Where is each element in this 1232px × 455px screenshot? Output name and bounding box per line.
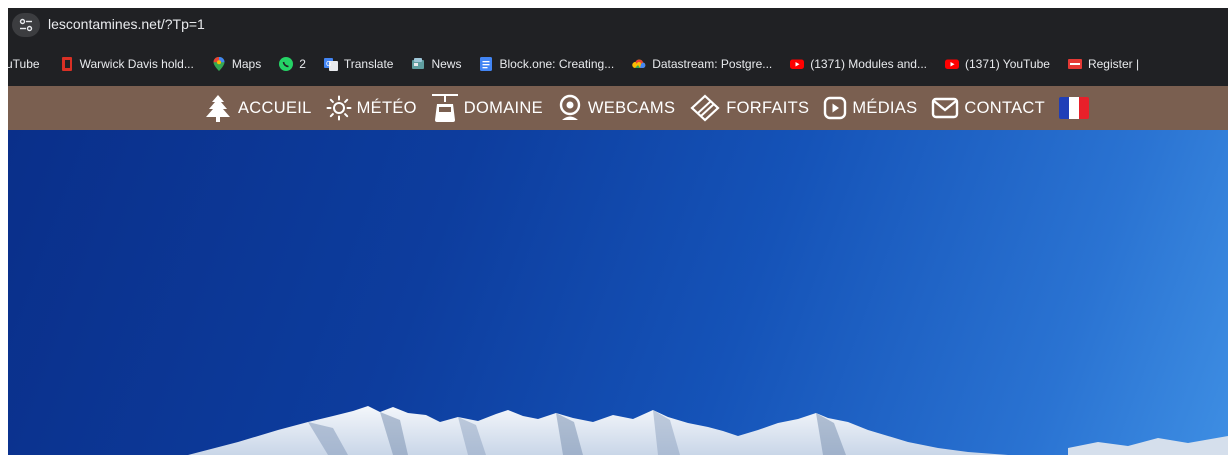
- bookmark-register[interactable]: Register |: [1062, 50, 1145, 78]
- bookmark-label: Block.one: Creating...: [499, 57, 615, 71]
- svg-text:G: G: [326, 61, 331, 68]
- bookmark-datastream[interactable]: Datastream: Postgre...: [626, 50, 778, 78]
- bookmarks-bar: uTube Warwick Davis hold... Maps 2 G Tra…: [8, 42, 1228, 86]
- nav-label: CONTACT: [964, 98, 1046, 117]
- nav-contact[interactable]: CONTACT: [931, 97, 1045, 119]
- bookmark-news[interactable]: News: [405, 50, 467, 78]
- bookmark-label: Register |: [1087, 57, 1140, 71]
- bookmark-label: (1371) YouTube: [965, 57, 1050, 71]
- bookmark-label: News: [431, 57, 462, 71]
- bookmark-youtube-partial[interactable]: uTube: [8, 50, 46, 78]
- bookmark-translate[interactable]: G Translate: [318, 50, 400, 78]
- bookmark-warwick-davis[interactable]: Warwick Davis hold...: [54, 50, 200, 78]
- bookmark-label: (1371) Modules and...: [810, 57, 927, 71]
- site-navigation-bar: ACCUEIL MÉTÉO DOMAINE WEBCAMS FORFAITS M…: [8, 86, 1228, 130]
- nav-label: MÉTÉO: [356, 98, 417, 117]
- browser-window: lescontamines.net/?Tp=1 uTube Warwick Da…: [0, 0, 1228, 455]
- bookmark-label: Datastream: Postgre...: [652, 57, 773, 71]
- youtube-icon: [790, 57, 805, 71]
- bookmark-label: Maps: [231, 57, 262, 71]
- nav-medias[interactable]: MÉDIAS: [823, 96, 917, 120]
- french-flag-icon[interactable]: [1059, 97, 1090, 119]
- bookmark-label: uTube: [8, 57, 40, 71]
- bookmark-youtube[interactable]: (1371) YouTube: [939, 50, 1056, 78]
- address-bar[interactable]: lescontamines.net/?Tp=1: [8, 8, 1228, 42]
- site-info-button[interactable]: [12, 13, 40, 37]
- envelope-icon: [932, 97, 959, 119]
- bookmark-youtube-modules[interactable]: (1371) Modules and...: [784, 50, 933, 78]
- bookmark-whatsapp[interactable]: 2: [273, 50, 312, 78]
- nav-accueil[interactable]: ACCUEIL: [203, 93, 312, 123]
- tune-icon: [19, 18, 33, 32]
- hero-mountain-image: [8, 130, 1228, 455]
- bookmark-label: Warwick Davis hold...: [79, 57, 194, 71]
- maps-pin-icon: [212, 57, 226, 71]
- nav-domaine[interactable]: DOMAINE: [431, 92, 543, 124]
- mountain-range-image: [188, 406, 1228, 455]
- bookmark-label: Translate: [343, 57, 394, 71]
- nav-meteo[interactable]: MÉTÉO: [326, 95, 417, 121]
- news-icon: [411, 57, 425, 71]
- fir-tree-icon: [206, 95, 230, 122]
- nav-forfaits[interactable]: FORFAITS: [689, 93, 809, 123]
- whatsapp-icon: [279, 57, 294, 71]
- translate-icon: G: [323, 57, 338, 71]
- nav-label: MÉDIAS: [852, 98, 918, 117]
- gondola-icon: [431, 94, 458, 122]
- sun-icon: [326, 95, 352, 121]
- url-text[interactable]: lescontamines.net/?Tp=1: [48, 16, 205, 32]
- bookmark-block-one[interactable]: Block.one: Creating...: [473, 50, 620, 78]
- bookmark-label: 2: [299, 57, 306, 71]
- register-icon: [1067, 57, 1082, 71]
- gcloud-icon: [632, 57, 646, 71]
- nav-webcams[interactable]: WEBCAMS: [557, 94, 675, 122]
- play-icon: [824, 96, 847, 120]
- nav-label: WEBCAMS: [587, 98, 676, 117]
- nav-label: FORFAITS: [726, 98, 810, 117]
- c-icon: [60, 57, 74, 71]
- docs-icon: [479, 57, 493, 71]
- webcam-icon: [559, 94, 581, 120]
- nav-label: ACCUEIL: [238, 98, 312, 117]
- nav-label: DOMAINE: [463, 98, 543, 117]
- youtube-icon: [945, 57, 959, 71]
- ski-pass-icon: [690, 94, 720, 122]
- bookmark-maps[interactable]: Maps: [206, 50, 267, 78]
